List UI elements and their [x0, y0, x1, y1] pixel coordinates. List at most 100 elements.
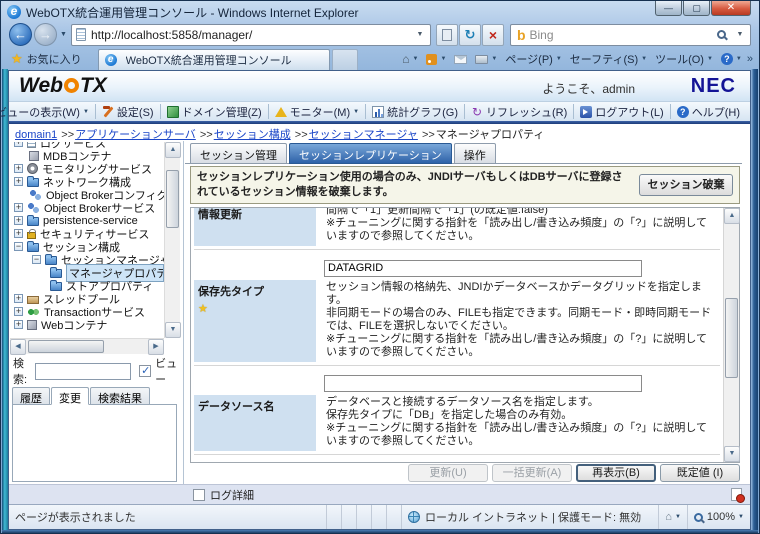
browser-tab[interactable]: e WebOTX統合運用管理コンソール: [97, 48, 330, 70]
history-dropdown-icon[interactable]: ▼: [60, 31, 67, 38]
field-row-sql-extension-path: SQL拡張ファイルパス SQL拡張ファイルへのパスを指定します。 パスの基点はド…: [192, 458, 722, 462]
objectbroker-config-icon: [29, 188, 42, 201]
scrollbar-thumb[interactable]: [725, 298, 738, 378]
search-magnifier-icon[interactable]: [717, 30, 726, 39]
expand-toggle[interactable]: +: [14, 164, 23, 173]
expand-toggle[interactable]: +: [14, 177, 23, 186]
notice-text: セッションレプリケーション使用の場合のみ、JNDIサーバもしくはDBサーバに登録…: [197, 171, 623, 198]
help-icon: ?: [720, 53, 733, 65]
collapse-toggle[interactable]: −: [32, 255, 41, 264]
tab-favicon: e: [104, 53, 117, 66]
scroll-down-icon[interactable]: ▼: [165, 322, 181, 338]
compatibility-view-button[interactable]: [435, 23, 458, 46]
forward-button[interactable]: →: [34, 23, 57, 46]
toolbar-logout[interactable]: ログアウト(L): [573, 104, 669, 119]
field-row-datasource-name: データソース名 データベースと接続するデータソース名を指定します。 保存先タイプ…: [192, 369, 722, 451]
breadcrumb-link[interactable]: domain1: [15, 129, 57, 141]
tab-history[interactable]: 履歴: [12, 387, 50, 405]
toolbar-settings[interactable]: 設定(S): [94, 104, 160, 119]
settings-icon: [102, 105, 114, 118]
bulk-update-button[interactable]: 一括更新(A): [492, 464, 572, 482]
zoom-control[interactable]: 100% ▼: [688, 505, 750, 529]
toolbar-stats-graph[interactable]: 統計グラフ(G): [365, 104, 464, 119]
note-marker-icon[interactable]: [731, 488, 745, 503]
expand-toggle[interactable]: +: [14, 203, 23, 212]
log-detail-checkbox[interactable]: [193, 488, 205, 501]
view-checkbox[interactable]: [139, 364, 152, 377]
breadcrumb-link[interactable]: セッション構成: [214, 129, 291, 141]
expand-toggle[interactable]: +: [14, 294, 23, 303]
address-dropdown-icon[interactable]: ▼: [412, 31, 428, 38]
redisplay-button[interactable]: 再表示(B): [576, 464, 656, 482]
zone-settings-button[interactable]: ⌂ ▼: [659, 505, 688, 529]
datasource-name-input[interactable]: [324, 375, 642, 392]
breadcrumb-link[interactable]: アプリケーションサーバ: [75, 129, 196, 141]
scroll-down-icon[interactable]: ▼: [724, 446, 740, 462]
feeds-button[interactable]: ▼: [423, 53, 449, 66]
minimize-button[interactable]: —: [655, 1, 682, 16]
search-input[interactable]: Bing: [530, 28, 718, 42]
scroll-up-icon[interactable]: ▲: [724, 208, 740, 224]
back-button[interactable]: ←: [9, 23, 32, 46]
breadcrumb-link[interactable]: セッションマネージャ: [309, 129, 418, 141]
refresh-icon: ↻: [471, 104, 483, 119]
web-container-icon: [27, 319, 37, 330]
refresh-button[interactable]: ↻: [458, 23, 481, 46]
folder-icon: [27, 176, 39, 187]
store-type-input[interactable]: [324, 259, 642, 277]
more-toolbar-icon[interactable]: »: [747, 53, 753, 65]
scrollbar-thumb[interactable]: [28, 340, 104, 353]
tree-item-web-container[interactable]: + Webコンテナ: [10, 318, 164, 332]
tab-operations[interactable]: 操作: [453, 143, 496, 164]
expand-toggle[interactable]: +: [14, 142, 23, 147]
tree-item-objectbroker-service[interactable]: + Object Brokerサービス: [10, 201, 164, 215]
search-box[interactable]: b Bing ▼: [509, 23, 751, 46]
stop-button[interactable]: ×: [481, 23, 504, 46]
read-mail-button[interactable]: [451, 54, 470, 65]
page-menu[interactable]: ページ(P) ▼: [502, 50, 564, 68]
expand-toggle[interactable]: +: [14, 307, 23, 316]
tab-session-management[interactable]: セッション管理: [190, 143, 287, 164]
home-button[interactable]: ⌂ ▼: [399, 51, 421, 67]
scroll-up-icon[interactable]: ▲: [165, 142, 181, 158]
folder-icon: [50, 267, 62, 278]
toolbar-domain-manage[interactable]: ドメイン管理(Z): [159, 104, 268, 119]
toolbar-help[interactable]: ? ヘルプ(H): [669, 104, 746, 119]
status-cell: [372, 505, 387, 529]
form-vertical-scrollbar[interactable]: ▲ ▼: [723, 208, 740, 462]
field-label: データソース名: [194, 395, 316, 451]
collapse-toggle[interactable]: −: [14, 242, 23, 251]
tree-item-label: Webコンテナ: [41, 319, 108, 332]
address-bar[interactable]: http://localhost:5858/manager/ ▼: [70, 23, 431, 46]
address-url[interactable]: http://localhost:5858/manager/: [91, 28, 412, 42]
help-menu[interactable]: ? ▼: [718, 52, 745, 66]
expand-toggle[interactable]: +: [14, 216, 23, 225]
favorites-button[interactable]: ★ お気に入り: [7, 50, 90, 68]
welcome-text: ようこそ、admin: [542, 82, 635, 96]
expand-toggle[interactable]: +: [14, 320, 23, 329]
close-button[interactable]: ✕: [711, 1, 751, 16]
tools-menu[interactable]: ツール(O) ▼: [652, 50, 716, 68]
search-dropdown-icon[interactable]: ▼: [732, 31, 748, 38]
tree-vertical-scrollbar[interactable]: ▲ ▼: [164, 142, 181, 338]
toolbar-refresh[interactable]: ↻ リフレッシュ(R): [463, 104, 573, 119]
scrollbar-thumb[interactable]: [166, 170, 179, 228]
toolbar-view-menu[interactable]: ビューの表示(W) ▼: [1, 104, 95, 119]
scroll-left-icon[interactable]: ◀: [10, 339, 26, 355]
session-destroy-button[interactable]: セッション破棄: [639, 174, 733, 196]
properties-form: 情報更新 間隔で「1」更新間隔で「1」(の既定値:false) ※チューニングに…: [190, 207, 740, 463]
toolbar-monitor-menu[interactable]: モニター(M) ▼: [267, 104, 365, 119]
tab-session-replication[interactable]: セッションレプリケーション: [289, 143, 452, 164]
update-button[interactable]: 更新(U): [408, 464, 488, 482]
tab-search-results[interactable]: 検索結果: [90, 387, 150, 405]
expand-toggle[interactable]: +: [14, 229, 23, 238]
tree-horizontal-scrollbar[interactable]: ◀ ▶: [10, 338, 164, 355]
default-value-button[interactable]: 既定値 (I): [660, 464, 740, 482]
new-tab-stub[interactable]: [331, 48, 358, 70]
safety-menu[interactable]: セーフティ(S) ▼: [567, 50, 650, 68]
maximize-button[interactable]: ▢: [683, 1, 710, 16]
scroll-right-icon[interactable]: ▶: [148, 339, 164, 355]
tree-search-input[interactable]: [35, 362, 132, 380]
tab-changes[interactable]: 変更: [51, 387, 89, 405]
print-button[interactable]: ▼: [472, 54, 500, 65]
